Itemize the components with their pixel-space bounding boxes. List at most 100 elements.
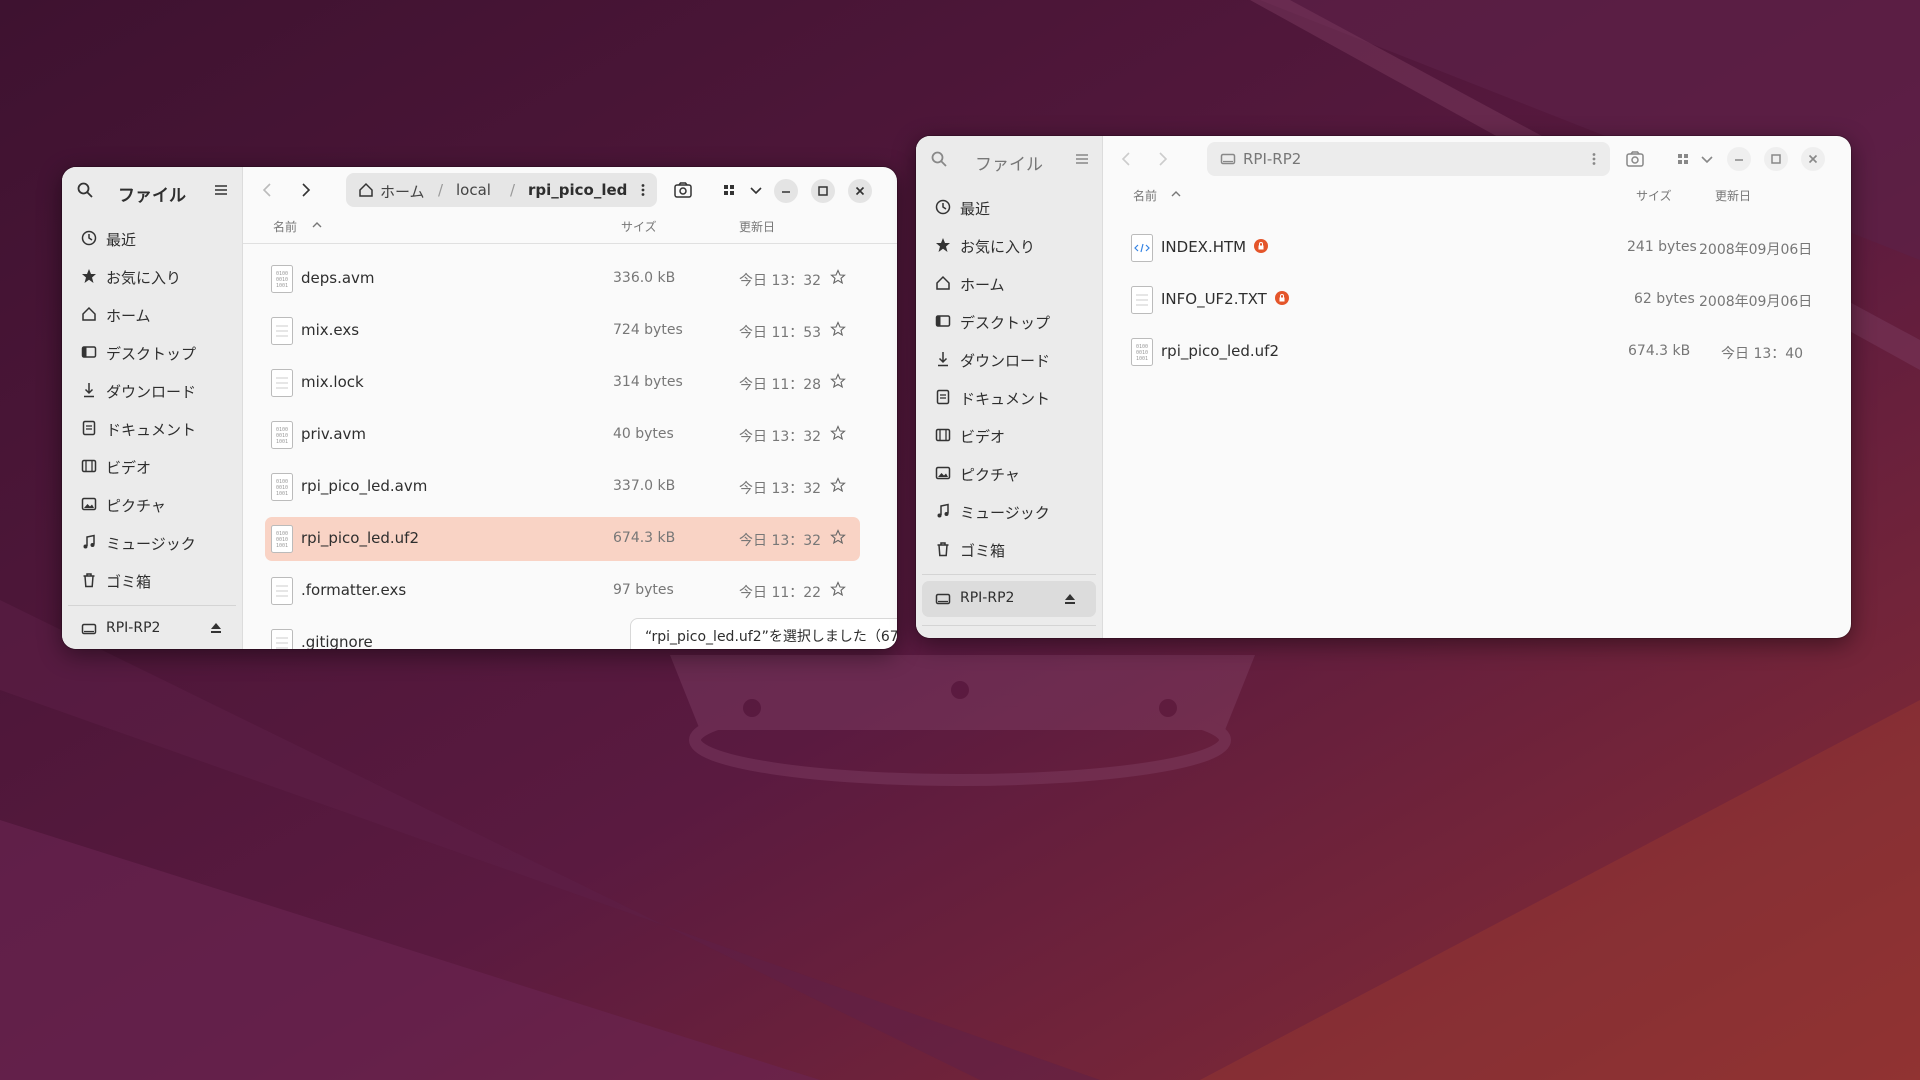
file-row[interactable]: 0100 0010 1001 priv.avm 40 bytes 今日 13：32 [265,413,860,457]
column-header-size[interactable]: サイズ [1636,187,1672,204]
music-icon [935,503,951,519]
star-outline-icon[interactable] [830,321,846,337]
sidebar-item-music[interactable]: ミュージック [922,494,1096,528]
sidebar-item-label: ドキュメント [960,390,1051,408]
sidebar-item-label: ホーム [960,276,1005,294]
file-row[interactable]: INFO_UF2.TXT 62 bytes 2008年09月06日 [1125,278,1845,322]
column-header-name[interactable]: 名前 [273,218,297,235]
sidebar-item-desktop[interactable]: デスクトップ [68,335,236,369]
sidebar-item-trash[interactable]: ゴミ箱 [922,532,1096,566]
close-button[interactable] [1801,147,1825,171]
file-row[interactable]: mix.lock 314 bytes 今日 11：28 [265,361,860,405]
grid-view-icon[interactable] [718,178,742,202]
star-outline-icon[interactable] [830,373,846,389]
file-row[interactable]: mix.exs 724 bytes 今日 11：53 [265,309,860,353]
star-outline-icon[interactable] [830,529,846,545]
file-row[interactable]: 0100 0010 1001 deps.avm 336.0 kB 今日 13：32 [265,257,860,301]
sidebar-item-home[interactable]: ホーム [68,297,236,331]
sidebar-item-label: ピクチャ [106,497,166,515]
sidebar-item-label: デスクトップ [960,314,1051,332]
location-current[interactable]: RPI-RP2 [1243,150,1301,168]
desktop-icon [81,344,97,360]
file-row[interactable]: 0100 0010 1001 rpi_pico_led.avm 337.0 kB 今… [265,465,860,509]
file-name: INFO_UF2.TXT [1161,290,1289,308]
more-vertical-icon[interactable] [635,182,651,198]
chevron-down-icon[interactable] [1695,147,1719,171]
sidebar-item-videos[interactable]: ビデオ [68,449,236,483]
file-modified: 今日 13：32 [739,273,822,289]
sidebar-item-pictures[interactable]: ピクチャ [68,487,236,521]
back-icon[interactable] [1115,147,1139,171]
maximize-button[interactable] [811,179,835,203]
sidebar-item-device-rpi-rp2[interactable]: RPI-RP2 [922,581,1096,617]
file-row[interactable]: 0100 0010 1001 rpi_pico_led.uf2 674.3 kB 今… [1125,330,1845,374]
text-file-icon [271,369,293,397]
star-outline-icon[interactable] [830,269,846,285]
file-name: mix.lock [301,373,364,391]
sidebar-item-label: 最近 [960,200,991,218]
binary-file-icon: 0100 0010 1001 [271,265,293,293]
file-row[interactable]: INDEX.HTM 241 bytes 2008年09月06日 [1125,226,1845,270]
search-folder-icon[interactable] [671,178,695,202]
breadcrumb-current[interactable]: rpi_pico_led [528,181,627,199]
file-modified: 今日 13：40 [1721,346,1804,362]
sidebar-item-device-rpi-rp2[interactable]: RPI-RP2 [68,612,236,646]
sidebar-item-recent[interactable]: 最近 [922,190,1096,224]
sidebar-item-trash[interactable]: ゴミ箱 [68,563,236,597]
column-header-modified[interactable]: 更新日 [739,218,775,235]
forward-icon[interactable] [1150,147,1174,171]
hamburger-menu-icon[interactable] [212,181,230,199]
file-name-text: INDEX.HTM [1161,238,1247,256]
sidebar-item-desktop[interactable]: デスクトップ [922,304,1096,338]
file-size: 336.0 kB [613,270,676,286]
star-outline-icon[interactable] [830,477,846,493]
star-outline-icon[interactable] [830,581,846,597]
sidebar-item-pictures[interactable]: ピクチャ [922,456,1096,490]
sidebar-header: ファイル [62,167,242,213]
search-folder-icon[interactable] [1623,147,1647,171]
eject-icon[interactable] [1064,593,1076,605]
svg-text:1001: 1001 [1136,356,1148,362]
sidebar-item-home[interactable]: ホーム [922,266,1096,300]
minimize-button[interactable] [774,179,798,203]
breadcrumb-local[interactable]: local [456,181,491,199]
close-button[interactable] [848,179,872,203]
sidebar-item-documents[interactable]: ドキュメント [922,380,1096,414]
sidebar-item-videos[interactable]: ビデオ [922,418,1096,452]
sidebar-item-favorites[interactable]: お気に入り [922,228,1096,262]
sidebar-item-downloads[interactable]: ダウンロード [922,342,1096,376]
sidebar-item-label: ホーム [106,307,151,325]
hamburger-menu-icon[interactable] [1073,150,1091,168]
column-header-modified[interactable]: 更新日 [1715,187,1751,204]
file-row[interactable]: .formatter.exs 97 bytes 今日 11：22 [265,569,860,613]
breadcrumb-home[interactable]: ホーム [380,181,425,202]
grid-view-icon[interactable] [1672,147,1696,171]
star-outline-icon[interactable] [830,425,846,441]
minimize-button[interactable] [1727,147,1751,171]
sidebar-item-music[interactable]: ミュージック [68,525,236,559]
sidebar-item-recent[interactable]: 最近 [68,221,236,255]
file-modified: 今日 11：53 [739,325,822,341]
eject-icon[interactable] [210,622,222,634]
sidebar-item-documents[interactable]: ドキュメント [68,411,236,445]
back-icon[interactable] [256,178,280,202]
file-modified: 今日 11：22 [739,585,822,601]
forward-icon[interactable] [293,178,317,202]
file-view: ホーム / local / rpi_pico_led 名前 サイズ 更新日 01… [243,167,897,649]
file-modified: 今日 11：28 [739,377,822,393]
binary-file-icon: 0100 0010 1001 [1131,338,1153,366]
maximize-button[interactable] [1764,147,1788,171]
sidebar-item-label: ダウンロード [960,352,1051,370]
chevron-down-icon[interactable] [744,178,768,202]
column-header-name[interactable]: 名前 [1133,187,1157,204]
sidebar-item-favorites[interactable]: お気に入り [68,259,236,293]
more-vertical-icon[interactable] [1586,151,1602,167]
sidebar-item-label: ゴミ箱 [106,573,152,591]
sidebar-item-downloads[interactable]: ダウンロード [68,373,236,407]
sidebar-item-label: ゴミ箱 [960,542,1006,560]
file-name: rpi_pico_led.uf2 [1161,342,1279,360]
column-header-size[interactable]: サイズ [621,218,657,235]
file-row-selected[interactable]: 0100 0010 1001 rpi_pico_led.uf2 674.3 kB 今… [265,517,860,561]
file-modified: 今日 13：32 [739,481,822,497]
sidebar-item-label: ビデオ [106,459,152,477]
